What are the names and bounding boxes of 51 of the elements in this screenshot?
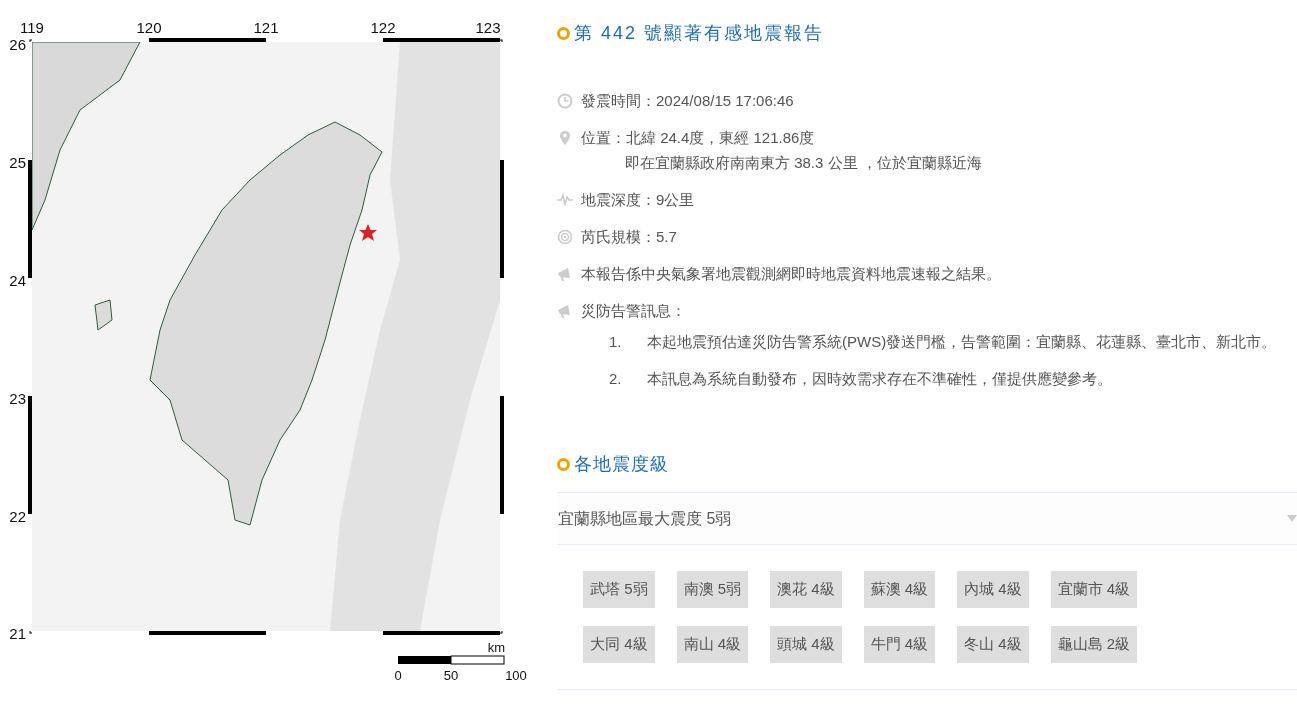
warning-item-text: 本起地震預估達災防告警系統(PWS)發送門檻，告警範圍：宜蘭縣、花蓮縣、臺北市、新北市。 [647,332,1278,352]
latitude-label: 26 [9,36,26,53]
station-intensity-tag: 南澳 5弱 [676,571,749,608]
section-title: 各地震度級 [574,452,669,476]
report-title: 第 442 號顯著有感地震報告 [574,21,825,45]
bullet-ring-icon [557,26,570,40]
scale-unit: km [487,640,505,655]
latitude-label: 24 [9,272,26,289]
list-number: 1. [608,332,623,352]
latitude-label: 21 [9,625,26,642]
bullet-ring-icon [557,457,570,471]
longitude-label: 121 [253,19,279,36]
latitude-label: 23 [9,390,26,407]
info-text: 災防告警訊息： [581,301,687,321]
clock-icon [557,93,573,109]
list-number: 2. [608,369,623,389]
megaphone-icon [557,266,573,282]
latitude-label: 22 [9,508,26,525]
info-text: 地震深度：9公里 [581,190,695,210]
station-intensity-tag: 武塔 5弱 [583,571,655,608]
info-text: 本報告係中央氣象署地震觀測網即時地震資料地震速報之結果。 [581,264,1001,284]
station-intensity-tag: 內城 4級 [957,571,1029,608]
warning-item-text: 本訊息為系統自動發布，因時效需求存在不準確性，僅提供應變參考。 [647,369,1113,389]
longitude-label: 123 [475,19,501,36]
region-max-intensity[interactable]: 宜蘭縣地區最大震度 5弱 [557,506,732,531]
station-intensity-tag: 龜山島 2級 [1050,626,1138,663]
map-pin-icon [557,130,573,146]
station-intensity-tag: 牛門 4級 [863,626,936,663]
scale-label: 0 [394,668,402,683]
info-detail: 即在宜蘭縣政府南南東方 38.3 公里 ，位於宜蘭縣近海 [624,153,982,173]
caret-down-icon[interactable] [1287,515,1297,522]
scale-label: 50 [443,668,459,683]
station-intensity-tag: 大同 4級 [583,626,655,663]
info-text: 發震時間：2024/08/15 17:06:46 [581,91,794,111]
waveform-icon [557,192,573,208]
station-intensity-tag: 頭城 4級 [770,626,842,663]
longitude-label: 122 [370,19,396,36]
station-intensity-tag: 澳花 4級 [770,571,842,608]
megaphone-icon [557,303,573,319]
station-intensity-tag: 南山 4級 [676,626,749,663]
info-text: 芮氏規模：5.7 [581,227,677,247]
info-text: 位置：北緯 24.4度，東經 121.86度 [581,128,816,148]
scale-label: 100 [505,668,527,683]
longitude-label: 119 [20,19,44,36]
longitude-label: 120 [136,19,162,36]
signal-rings-icon [557,229,573,245]
latitude-label: 25 [9,154,26,171]
station-intensity-tag: 冬山 4級 [957,626,1029,663]
station-intensity-tag: 蘇澳 4級 [863,571,936,608]
station-intensity-tag: 宜蘭市 4級 [1050,571,1138,608]
epicenter-star-icon [359,224,377,241]
